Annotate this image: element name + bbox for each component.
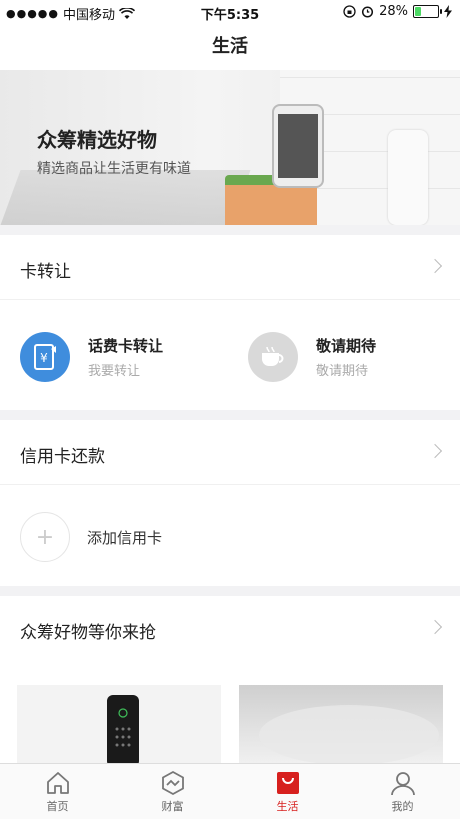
tab-home[interactable]: 首页 bbox=[0, 764, 115, 819]
tab-label: 财富 bbox=[161, 799, 184, 813]
tab-wealth[interactable]: 财富 bbox=[115, 764, 230, 819]
tab-mine[interactable]: 我的 bbox=[345, 764, 460, 819]
status-bar: ●●●●● 中国移动 下午5:35 28% bbox=[0, 0, 460, 24]
card-transfer-header[interactable]: 卡转让 bbox=[0, 237, 460, 300]
alarm-icon bbox=[362, 6, 374, 18]
section-divider bbox=[0, 410, 460, 420]
smart-lock-image bbox=[107, 695, 139, 763]
product-card-second[interactable] bbox=[239, 685, 443, 763]
mobile-card-icon: ¥ bbox=[20, 332, 70, 382]
item-subtitle: 敬请期待 bbox=[316, 364, 369, 379]
banner-phone-image bbox=[272, 104, 324, 188]
battery-percent: 28% bbox=[379, 4, 408, 19]
coffee-cup-icon bbox=[248, 332, 298, 382]
crowdfunding-header[interactable]: 众筹好物等你来抢 bbox=[0, 598, 460, 660]
mobile-card-transfer-item[interactable]: ¥ 话费卡转让 我要转让 bbox=[20, 332, 163, 382]
battery-icon bbox=[413, 5, 442, 18]
svg-text:¥: ¥ bbox=[40, 351, 48, 365]
plus-icon: + bbox=[35, 524, 55, 550]
status-right: 28% bbox=[343, 4, 452, 19]
page-title: 生活 bbox=[212, 36, 248, 57]
chevron-right-icon bbox=[427, 619, 443, 635]
item-subtitle: 我要转让 bbox=[88, 364, 141, 379]
section-divider bbox=[0, 586, 460, 596]
tab-bar: 首页 财富 生活 我的 bbox=[0, 763, 460, 819]
chevron-right-icon bbox=[427, 258, 443, 274]
section-divider bbox=[0, 225, 460, 235]
tab-life[interactable]: 生活 bbox=[230, 764, 345, 819]
item-title: 话费卡转让 bbox=[88, 337, 164, 355]
chevron-right-icon bbox=[427, 443, 443, 459]
profile-icon bbox=[390, 771, 415, 795]
banner-planter-image bbox=[225, 185, 317, 225]
life-bag-icon bbox=[276, 771, 299, 794]
add-credit-card-button[interactable]: + bbox=[20, 512, 70, 562]
banner-subtitle: 精选商品让生活更有味道 bbox=[37, 161, 191, 177]
add-credit-card-label[interactable]: 添加信用卡 bbox=[87, 527, 162, 548]
tab-label: 生活 bbox=[276, 799, 299, 813]
tab-label: 我的 bbox=[391, 799, 414, 813]
orientation-lock-icon bbox=[343, 5, 356, 18]
banner-vase-image bbox=[388, 130, 428, 225]
charging-icon bbox=[444, 5, 452, 18]
coming-soon-item[interactable]: 敬请期待 敬请期待 bbox=[248, 332, 376, 382]
credit-card-title: 信用卡还款 bbox=[20, 447, 105, 467]
product-image bbox=[259, 705, 439, 763]
banner-laptop-image bbox=[0, 170, 251, 225]
item-title: 敬请期待 bbox=[316, 337, 377, 355]
wealth-icon bbox=[161, 770, 184, 795]
product-card-smart-lock[interactable] bbox=[17, 685, 221, 763]
credit-card-header[interactable]: 信用卡还款 bbox=[0, 422, 460, 485]
banner-title: 众筹精选好物 bbox=[37, 128, 157, 152]
card-transfer-title: 卡转让 bbox=[20, 262, 71, 282]
home-icon bbox=[46, 771, 69, 794]
tab-label: 首页 bbox=[46, 799, 69, 813]
battery-level bbox=[415, 7, 421, 16]
crowdfunding-title: 众筹好物等你来抢 bbox=[20, 623, 156, 643]
